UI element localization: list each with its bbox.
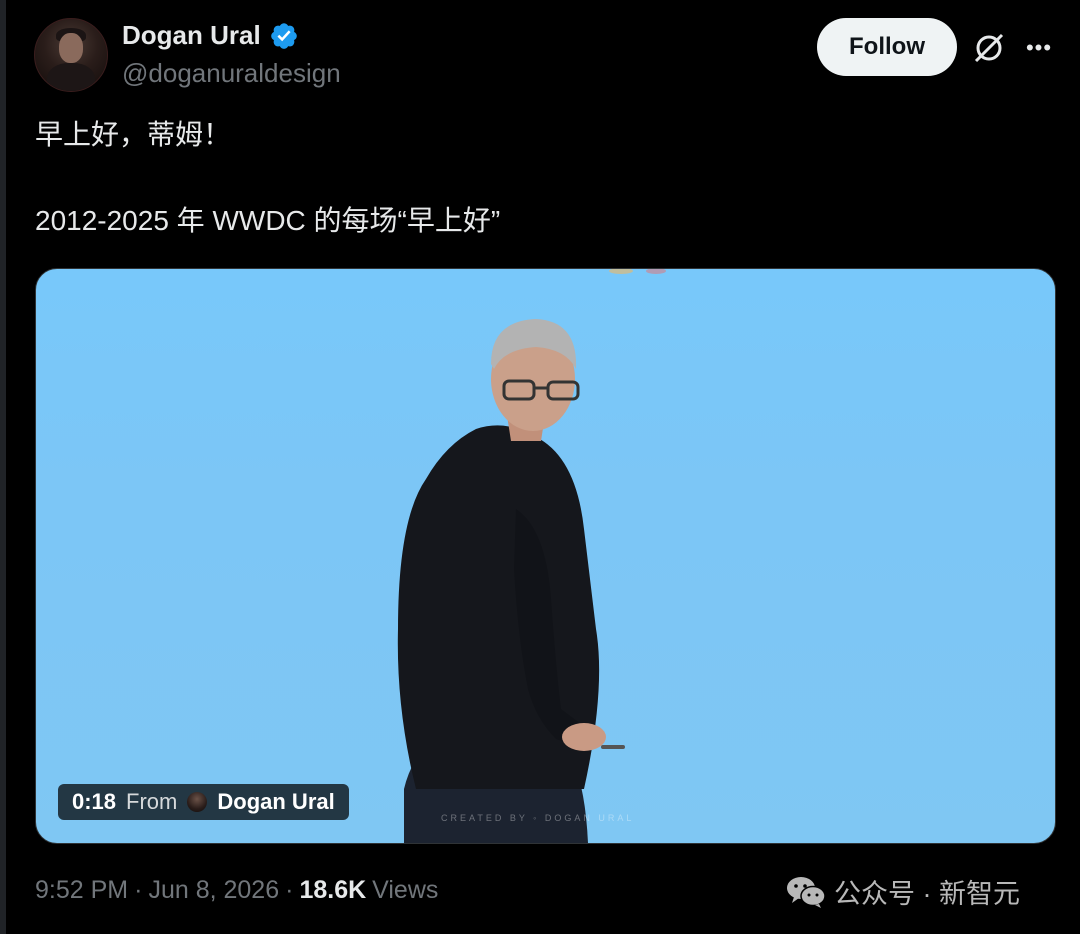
tweet-text: 早上好，蒂姆！ 2012-2025 年 WWDC 的每场“早上好” xyxy=(35,118,1035,238)
author-avatar[interactable] xyxy=(34,18,108,92)
tweet-line-1: 早上好，蒂姆！ xyxy=(35,119,232,150)
views-count: 18.6K xyxy=(299,876,367,904)
wechat-account-text: 公众号 · 新智元 xyxy=(834,879,1020,909)
grok-icon[interactable] xyxy=(972,31,1006,65)
video-source-name[interactable]: Dogan Ural xyxy=(217,789,334,815)
author-name-line: Dogan Ural xyxy=(122,20,299,51)
author-handle[interactable]: @doganuraldesign xyxy=(122,58,341,89)
video-source-badge[interactable]: 0:18 From Dogan Ural xyxy=(58,784,349,820)
tweet-meta: 9:52 PM · Jun 8, 2026 · 18.6K Views xyxy=(35,876,438,905)
source-avatar xyxy=(187,792,208,812)
tweet-time[interactable]: 9:52 PM xyxy=(35,876,128,905)
views-label: Views xyxy=(372,876,439,904)
video-from-label: From xyxy=(126,789,178,814)
more-icon[interactable]: ••• xyxy=(1024,33,1054,63)
video-watermark: CREATED BY ◦ DOGAN URAL xyxy=(441,813,635,823)
wechat-watermark: 公众号 · 新智元 xyxy=(786,872,1020,911)
meta-separator: · xyxy=(285,876,294,904)
author-name[interactable]: Dogan Ural xyxy=(122,20,261,51)
wechat-icon xyxy=(787,876,826,908)
tweet-header: Dogan Ural @doganuraldesign Follow ••• xyxy=(34,18,1054,92)
video-player[interactable]: CREATED BY ◦ DOGAN URAL 0:18 From Dogan … xyxy=(35,268,1056,844)
verified-badge-icon[interactable] xyxy=(269,21,299,51)
follow-button[interactable]: Follow xyxy=(817,18,957,76)
tweet-date[interactable]: Jun 8, 2026 xyxy=(148,876,279,905)
tweet-line-2: 2012-2025 年 WWDC 的每场“早上好” xyxy=(35,205,501,236)
timeline-border xyxy=(0,0,6,934)
meta-separator: · xyxy=(134,876,143,904)
video-timestamp: 0:18 xyxy=(72,789,117,814)
video-frame xyxy=(397,269,666,843)
